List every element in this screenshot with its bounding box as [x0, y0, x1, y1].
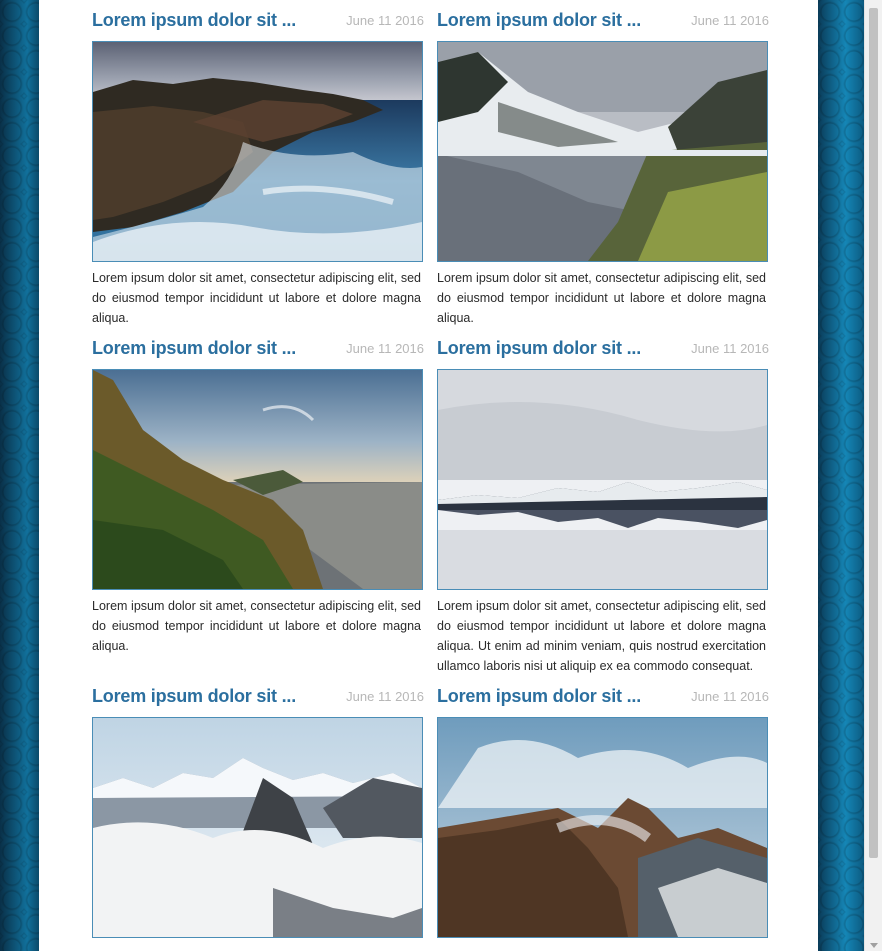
post-date: June 11 2016 [691, 689, 769, 704]
post-date: June 11 2016 [346, 689, 424, 704]
post-title-link[interactable]: Lorem ipsum dolor sit ... [437, 338, 641, 359]
background-pattern-left [0, 0, 39, 951]
post-excerpt: Lorem ipsum dolor sit amet, consectetur … [92, 271, 421, 325]
scroll-down-arrow-icon[interactable] [870, 943, 878, 948]
post-card: Lorem ipsum dolor sit ... June 11 2016 [92, 0, 424, 325]
post-header: Lorem ipsum dolor sit ... June 11 2016 [92, 676, 424, 706]
background-pattern-right [818, 0, 864, 951]
post-image-rocky-coast[interactable] [92, 41, 423, 262]
post-header: Lorem ipsum dolor sit ... June 11 2016 [437, 328, 769, 358]
post-date: June 11 2016 [691, 341, 769, 356]
content-page: Lorem ipsum dolor sit ... June 11 2016 L… [39, 0, 818, 951]
post-excerpt: Lorem ipsum dolor sit amet, consectetur … [437, 271, 766, 325]
post-date: June 11 2016 [691, 13, 769, 28]
post-image-mountain-reflection[interactable] [437, 369, 768, 590]
post-image-snowy-lake[interactable] [437, 41, 768, 262]
post-title-link[interactable]: Lorem ipsum dolor sit ... [437, 686, 641, 707]
post-excerpt: Lorem ipsum dolor sit amet, consectetur … [437, 599, 766, 673]
post-card: Lorem ipsum dolor sit ... June 11 2016 [437, 676, 769, 938]
post-title-link[interactable]: Lorem ipsum dolor sit ... [92, 338, 296, 359]
post-excerpt: Lorem ipsum dolor sit amet, consectetur … [92, 599, 421, 653]
post-date: June 11 2016 [346, 341, 424, 356]
post-card: Lorem ipsum dolor sit ... June 11 2016 [92, 328, 424, 653]
post-date: June 11 2016 [346, 13, 424, 28]
post-card: Lorem ipsum dolor sit ... June 11 2016 [92, 676, 424, 938]
post-image-rocky-mountains-mist[interactable] [437, 717, 768, 938]
scrollbar-thumb[interactable] [869, 8, 878, 858]
post-image-peaks-above-clouds[interactable] [92, 717, 423, 938]
post-header: Lorem ipsum dolor sit ... June 11 2016 [92, 328, 424, 358]
post-header: Lorem ipsum dolor sit ... June 11 2016 [92, 0, 424, 30]
post-title-link[interactable]: Lorem ipsum dolor sit ... [437, 10, 641, 31]
post-header: Lorem ipsum dolor sit ... June 11 2016 [437, 676, 769, 706]
post-card: Lorem ipsum dolor sit ... June 11 2016 L… [437, 328, 769, 673]
post-header: Lorem ipsum dolor sit ... June 11 2016 [437, 0, 769, 30]
post-title-link[interactable]: Lorem ipsum dolor sit ... [92, 10, 296, 31]
post-image-coastal-cliffs[interactable] [92, 369, 423, 590]
post-title-link[interactable]: Lorem ipsum dolor sit ... [92, 686, 296, 707]
vertical-scrollbar[interactable] [864, 0, 882, 951]
post-card: Lorem ipsum dolor sit ... June 11 2016 L… [437, 0, 769, 325]
